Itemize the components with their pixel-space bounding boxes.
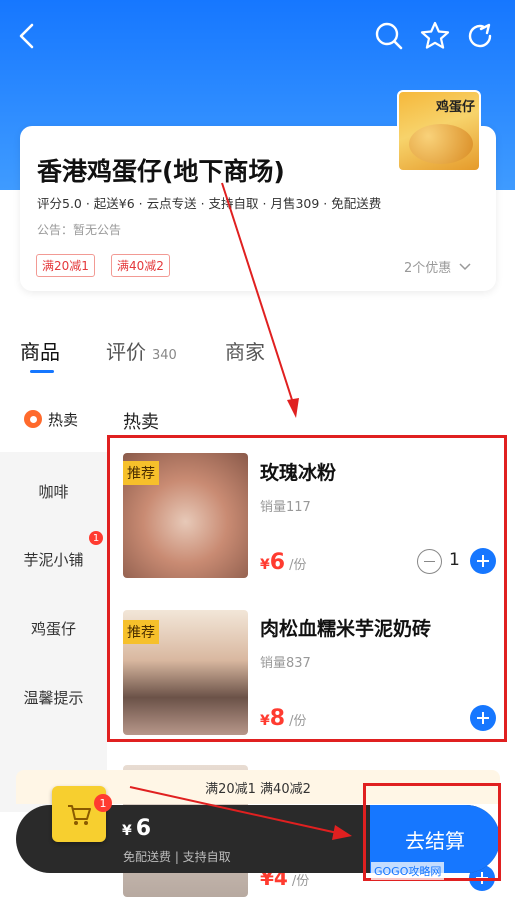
fire-icon	[24, 410, 42, 428]
chevron-left-icon	[19, 23, 34, 49]
favorite-button[interactable]	[417, 18, 453, 54]
search-button[interactable]	[371, 18, 407, 54]
category-hot[interactable]: 热卖	[0, 395, 107, 443]
shop-logo-text: 鸡蛋仔	[435, 100, 475, 115]
currency-symbol: ¥	[260, 713, 270, 729]
section-title: 热卖	[123, 412, 159, 433]
price-unit: /份	[289, 714, 307, 729]
tab-label: 商家	[225, 340, 265, 364]
tab-products[interactable]: 商品	[20, 336, 60, 365]
price-value: 8	[269, 706, 286, 731]
price-value: 6	[269, 550, 286, 575]
waffle-image	[409, 124, 473, 164]
shop-name: 香港鸡蛋仔(地下商场)	[37, 157, 285, 186]
decrease-quantity-button[interactable]	[417, 549, 442, 574]
currency-symbol: ¥	[260, 557, 270, 573]
promo-tag: 满20减1	[36, 254, 95, 277]
cart-delivery-info: 免配送费 | 支持自取	[123, 850, 231, 864]
category-item[interactable]: 芋泥小铺	[0, 549, 107, 570]
cart-count-badge: 1	[94, 794, 112, 812]
tab-label: 评价	[106, 340, 146, 364]
promo-more-label: 2个优惠	[404, 261, 452, 276]
product-price: ¥6/份	[260, 550, 306, 575]
watermark: GOGO攻略网	[371, 862, 445, 880]
cart-total: ¥6	[122, 816, 151, 841]
star-icon	[420, 21, 450, 49]
category-item[interactable]: 咖啡	[0, 481, 107, 502]
add-to-cart-button[interactable]	[470, 705, 496, 731]
product-sales: 销量837	[260, 656, 311, 671]
tab-reviews[interactable]: 评价 340	[106, 336, 177, 365]
currency-symbol: ¥	[122, 823, 132, 839]
product-price: ¥8/份	[260, 706, 306, 731]
product-name[interactable]: 玫瑰冰粉	[260, 458, 336, 485]
increase-quantity-button[interactable]	[470, 548, 496, 574]
tab-merchant[interactable]: 商家	[225, 336, 265, 365]
cart-total-value: 6	[135, 816, 152, 841]
recommend-tag: 推荐	[123, 461, 159, 485]
tab-active-indicator	[30, 370, 54, 373]
cart-icon	[68, 805, 91, 825]
category-label: 热卖	[48, 410, 79, 429]
tab-label: 商品	[20, 340, 60, 364]
back-button[interactable]	[10, 18, 46, 54]
category-item[interactable]: 温馨提示	[0, 687, 107, 708]
chevron-down-icon	[459, 263, 471, 271]
product-name[interactable]: 肉松血糯米芋泥奶砖	[260, 614, 431, 641]
search-icon	[375, 22, 403, 50]
product-image[interactable]: 推荐	[123, 453, 248, 578]
promo-more-button[interactable]: 2个优惠	[404, 257, 471, 276]
product-sales: 销量117	[260, 500, 311, 515]
price-unit: /份	[291, 874, 310, 889]
price-unit: /份	[289, 558, 307, 573]
shop-meta: 评分5.0 · 起送¥6 · 云点专送 · 支持自取 · 月售309 · 免配送…	[37, 196, 382, 211]
category-badge: 1	[89, 531, 103, 545]
promo-tag: 满40减2	[111, 254, 170, 277]
tab-bar: 商品 评价 340 商家	[0, 336, 515, 376]
shop-notice: 公告：暂无公告	[37, 223, 122, 237]
share-button[interactable]	[462, 18, 498, 54]
recommend-tag: 推荐	[123, 620, 159, 644]
product-image[interactable]: 推荐	[123, 610, 248, 735]
arrow-head	[287, 398, 299, 418]
share-icon	[468, 23, 492, 48]
quantity-value: 1	[449, 550, 460, 570]
category-item[interactable]: 鸡蛋仔	[0, 618, 107, 639]
review-count: 340	[152, 348, 177, 363]
shop-logo: 鸡蛋仔	[397, 90, 481, 172]
